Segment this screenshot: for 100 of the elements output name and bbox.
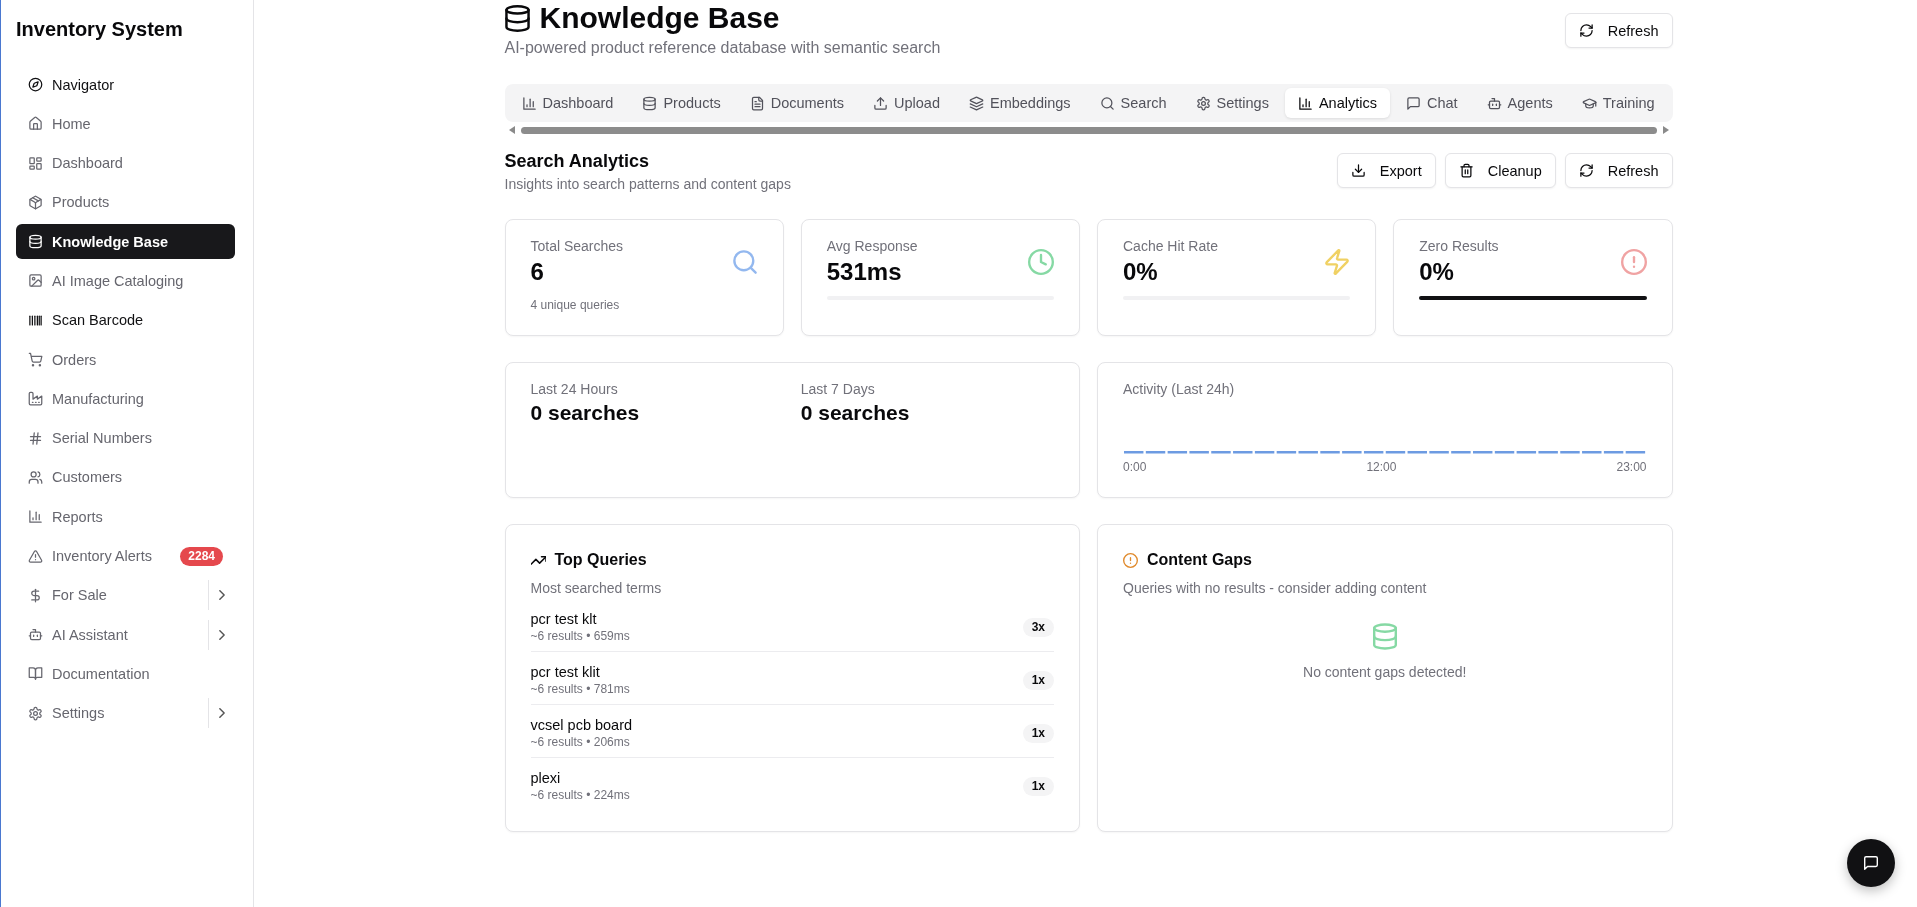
- sidebar-item[interactable]: Inventory Alerts 2284: [16, 538, 235, 574]
- count-badge: 1x: [1022, 670, 1054, 690]
- app-title: Inventory System: [16, 17, 184, 42]
- axis-label: 0:00: [1123, 459, 1147, 475]
- stat-label: Last 24 Hours: [530, 380, 619, 398]
- query-meta: ~6 results • 781ms: [530, 681, 630, 697]
- warning-icon: [28, 548, 43, 564]
- stat-label: Avg Response: [826, 237, 918, 255]
- stat-value: 0%: [1419, 258, 1455, 286]
- settings-icon: [1195, 95, 1211, 111]
- empty-message: No content gaps detected!: [1303, 663, 1467, 681]
- query-text: plexi: [530, 769, 562, 787]
- scrollbar-thumb[interactable]: [520, 126, 1657, 134]
- document-icon: [749, 95, 765, 111]
- sidebar-item[interactable]: Products: [16, 184, 235, 220]
- page-subtitle: AI-powered product reference database with semantic search: [504, 38, 941, 58]
- compass-icon: [28, 77, 43, 92]
- sidebar-item[interactable]: Reports: [16, 499, 235, 535]
- activity-bar: [1560, 451, 1580, 454]
- cleanup-button[interactable]: Cleanup: [1444, 153, 1556, 188]
- sidebar-item[interactable]: Customers: [16, 459, 235, 495]
- chevron-right-icon[interactable]: [219, 629, 225, 640]
- database-icon: [28, 234, 43, 250]
- sidebar-item[interactable]: Scan Barcode: [16, 302, 235, 338]
- stat-label: Cache Hit Rate: [1123, 237, 1218, 255]
- speech-bubble-icon: [1405, 95, 1421, 111]
- sidebar-item[interactable]: Manufacturing: [16, 381, 235, 417]
- search-icon: [1099, 95, 1115, 111]
- stat-value: 0 searches: [530, 400, 641, 426]
- robot-icon: [28, 627, 43, 643]
- refresh-button[interactable]: Refresh: [1564, 153, 1673, 188]
- query-text: pcr test klit: [530, 663, 601, 681]
- tab[interactable]: Documents: [736, 88, 857, 118]
- bar-chart-icon: [28, 509, 43, 525]
- export-button[interactable]: Export: [1336, 153, 1436, 188]
- sidebar-item[interactable]: Settings: [16, 695, 203, 731]
- page-title: Knowledge Base: [539, 0, 780, 36]
- cart-icon: [28, 352, 43, 368]
- tab[interactable]: Dashboard: [508, 88, 627, 118]
- chat-button[interactable]: [1847, 839, 1895, 887]
- stat-label: Zero Results: [1419, 237, 1499, 255]
- stat-value: 531ms: [826, 258, 903, 286]
- tab[interactable]: Training: [1568, 88, 1668, 118]
- trash-icon: [1458, 163, 1474, 178]
- book-icon: [28, 666, 43, 682]
- sidebar-item[interactable]: Orders: [16, 342, 235, 378]
- dollar-icon: [28, 587, 43, 603]
- sidebar-item[interactable]: Knowledge Base: [16, 224, 235, 260]
- card-title: Top Queries: [554, 550, 647, 570]
- tab[interactable]: Chat: [1392, 88, 1471, 118]
- sidebar-item[interactable]: Dashboard: [16, 145, 235, 181]
- sidebar-item[interactable]: Navigator: [16, 67, 235, 102]
- alert-icon: [1123, 552, 1138, 568]
- section-title: Search Analytics: [504, 150, 650, 172]
- refresh-button[interactable]: Refresh: [1564, 13, 1673, 48]
- sidebar-item[interactable]: AI Image Cataloging: [16, 263, 235, 299]
- tab[interactable]: Analytics: [1284, 88, 1390, 118]
- stat-label: Total Searches: [530, 237, 624, 255]
- tab[interactable]: Search: [1086, 88, 1180, 118]
- refresh-icon: [1578, 23, 1594, 38]
- activity-bar: [1320, 451, 1340, 454]
- sidebar-item[interactable]: For Sale: [16, 577, 203, 613]
- bar-chart-icon: [521, 95, 537, 111]
- robot-icon: [1486, 95, 1502, 111]
- tab[interactable]: Products: [629, 88, 734, 118]
- scroll-left-icon[interactable]: [508, 126, 515, 134]
- axis-label: 23:00: [1616, 459, 1647, 475]
- grid-icon: [28, 155, 43, 171]
- layers-icon: [968, 95, 984, 111]
- users-icon: [28, 469, 43, 485]
- query-meta: ~6 results • 659ms: [530, 628, 630, 644]
- query-meta: ~6 results • 206ms: [530, 734, 631, 750]
- tab[interactable]: Agents: [1473, 88, 1566, 118]
- house-icon: [28, 116, 43, 132]
- tab[interactable]: Embeddings: [955, 88, 1084, 118]
- activity-bar: [1451, 451, 1471, 454]
- stat-value: 0 searches: [800, 400, 911, 426]
- tab[interactable]: Upload: [860, 88, 953, 118]
- query-text: vcsel pcb board: [530, 716, 633, 734]
- upload-icon: [873, 95, 888, 111]
- stat-note: 4 unique queries: [530, 297, 621, 313]
- count-badge: 3x: [1022, 617, 1054, 637]
- refresh-icon: [1578, 163, 1594, 178]
- database-icon: [504, 4, 530, 32]
- activity-bar: [1429, 451, 1449, 454]
- axis-label: 12:00: [1366, 459, 1397, 475]
- chevron-right-icon[interactable]: [219, 590, 225, 601]
- sidebar-item[interactable]: Documentation: [16, 656, 235, 692]
- database-icon: [1372, 623, 1397, 650]
- chart-title: Activity (Last 24h): [1123, 380, 1236, 398]
- box-icon: [28, 194, 43, 210]
- tab[interactable]: Settings: [1182, 88, 1282, 118]
- scroll-right-icon[interactable]: [1662, 126, 1669, 134]
- count-badge: 1x: [1022, 776, 1054, 796]
- sidebar-item[interactable]: Home: [16, 106, 235, 142]
- chevron-right-icon[interactable]: [219, 708, 225, 719]
- stat-value: 0%: [1123, 258, 1159, 286]
- query-text: pcr test klt: [530, 610, 598, 628]
- sidebar-item[interactable]: AI Assistant: [16, 617, 203, 653]
- sidebar-item[interactable]: Serial Numbers: [16, 420, 235, 456]
